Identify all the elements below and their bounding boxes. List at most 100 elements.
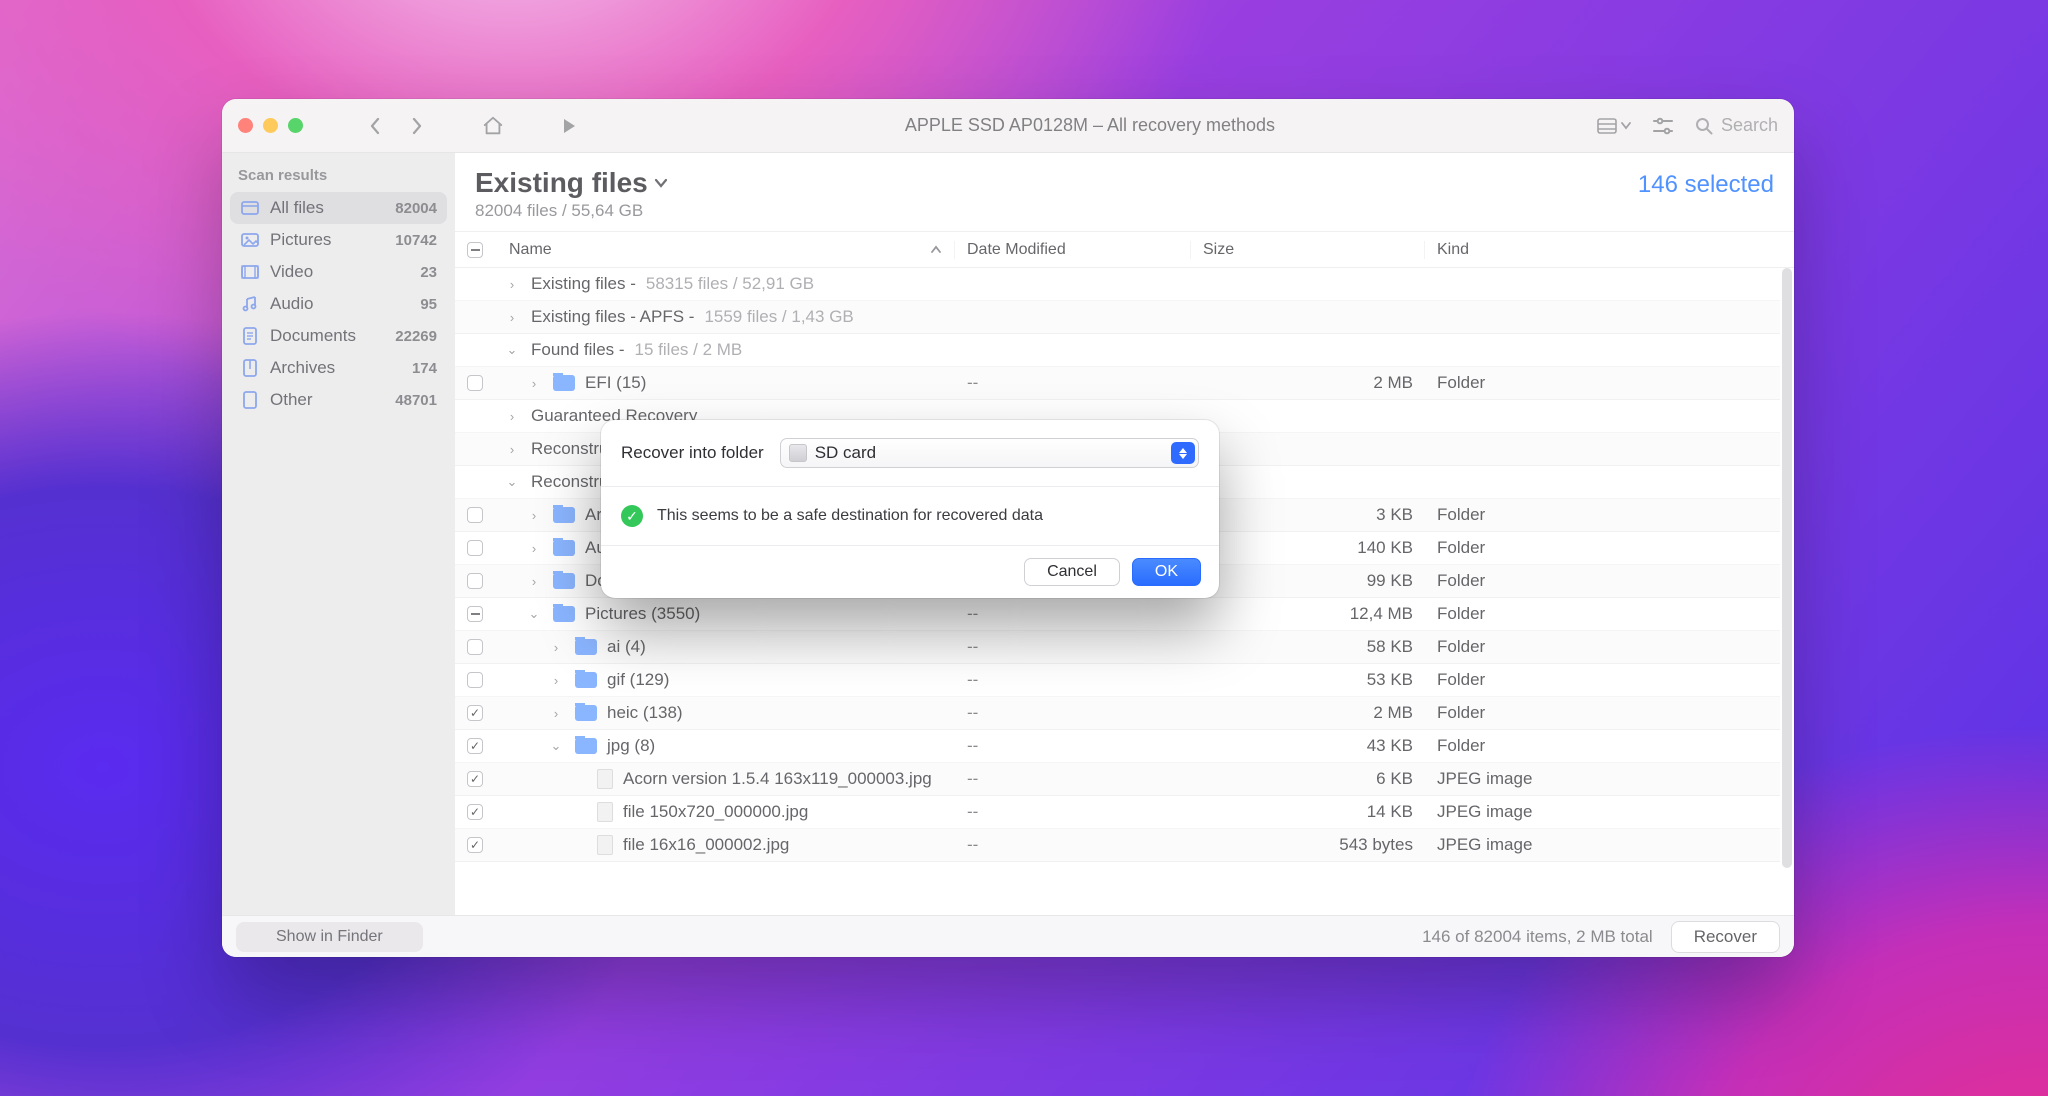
disclosure-right-icon[interactable]: › (503, 409, 521, 424)
row-checkbox[interactable] (467, 672, 483, 688)
column-size[interactable]: Size (1191, 241, 1425, 259)
disclosure-right-icon[interactable]: › (503, 310, 521, 325)
documents-icon (240, 326, 260, 346)
disclosure-right-icon[interactable]: › (547, 673, 565, 688)
disclosure-right-icon[interactable]: › (525, 376, 543, 391)
row-checkbox[interactable] (467, 738, 483, 754)
disclosure-right-icon[interactable]: › (503, 442, 521, 457)
row-size: 3 KB (1376, 505, 1413, 525)
allfiles-icon (240, 198, 260, 218)
row-checkbox[interactable] (467, 804, 483, 820)
table-row[interactable]: ›ai (4)--58 KBFolder (455, 631, 1780, 664)
row-kind: Folder (1437, 736, 1485, 756)
destination-value: SD card (815, 443, 876, 463)
file-icon (597, 802, 613, 822)
row-kind: Folder (1437, 571, 1485, 591)
row-checkbox[interactable] (467, 540, 483, 556)
sidebar-item-audio[interactable]: Audio 95 (230, 288, 447, 320)
row-checkbox[interactable] (467, 771, 483, 787)
row-date: -- (967, 769, 978, 789)
table-row[interactable]: ⌄Found files - 15 files / 2 MB (455, 334, 1780, 367)
disclosure-down-icon[interactable]: ⌄ (503, 474, 521, 490)
folder-icon (575, 639, 597, 655)
row-checkbox[interactable] (467, 837, 483, 853)
play-button[interactable] (555, 112, 583, 140)
close-window-button[interactable] (238, 118, 253, 133)
disclosure-down-icon[interactable]: ⌄ (503, 342, 521, 358)
section-title-dropdown[interactable]: Existing files (475, 167, 668, 199)
disclosure-right-icon[interactable]: › (525, 574, 543, 589)
table-row[interactable]: ›heic (138)--2 MBFolder (455, 697, 1780, 730)
row-name: file 150x720_000000.jpg (623, 802, 808, 822)
table-row[interactable]: ⌄jpg (8)--43 KBFolder (455, 730, 1780, 763)
sidebar-item-count: 48701 (395, 392, 437, 409)
column-name[interactable]: Name (455, 241, 955, 259)
destination-select[interactable]: SD card (780, 438, 1199, 468)
folder-icon (575, 672, 597, 688)
row-size: 2 MB (1373, 373, 1413, 393)
disclosure-right-icon[interactable]: › (547, 640, 565, 655)
home-button[interactable] (479, 112, 507, 140)
fullscreen-window-button[interactable] (288, 118, 303, 133)
folder-icon (575, 705, 597, 721)
show-in-finder-button[interactable]: Show in Finder (236, 922, 423, 952)
nav-forward-button[interactable] (403, 112, 431, 140)
drive-icon (789, 444, 807, 462)
column-date[interactable]: Date Modified (955, 241, 1191, 259)
row-checkbox[interactable] (467, 573, 483, 589)
nav-back-button[interactable] (361, 112, 389, 140)
row-size: 99 KB (1367, 571, 1413, 591)
sidebar-item-allfiles[interactable]: All files 82004 (230, 192, 447, 224)
sidebar-item-label: Archives (270, 358, 335, 378)
table-row[interactable]: ›Existing files - APFS - 1559 files / 1,… (455, 301, 1780, 334)
table-row[interactable]: file 16x16_000002.jpg--543 bytesJPEG ima… (455, 829, 1780, 862)
table-row[interactable]: ⌄Pictures (3550)--12,4 MBFolder (455, 598, 1780, 631)
minimize-window-button[interactable] (263, 118, 278, 133)
row-checkbox[interactable] (467, 606, 483, 622)
row-date: -- (967, 802, 978, 822)
disclosure-right-icon[interactable]: › (547, 706, 565, 721)
row-checkbox[interactable] (467, 507, 483, 523)
toolbar: APPLE SSD AP0128M – All recovery methods… (222, 99, 1794, 153)
cancel-button[interactable]: Cancel (1024, 558, 1120, 586)
table-row[interactable]: Acorn version 1.5.4 163x119_000003.jpg--… (455, 763, 1780, 796)
row-checkbox[interactable] (467, 705, 483, 721)
dialog-message: This seems to be a safe destination for … (657, 507, 1043, 525)
sidebar-item-other[interactable]: Other 48701 (230, 384, 447, 416)
disclosure-down-icon[interactable]: ⌄ (547, 738, 565, 754)
sidebar-item-documents[interactable]: Documents 22269 (230, 320, 447, 352)
sidebar-item-archives[interactable]: Archives 174 (230, 352, 447, 384)
footer-summary: 146 of 82004 items, 2 MB total (1422, 927, 1653, 947)
sidebar-item-count: 10742 (395, 232, 437, 249)
sidebar-item-label: All files (270, 198, 324, 218)
row-kind: Folder (1437, 637, 1485, 657)
ok-button[interactable]: OK (1132, 558, 1201, 586)
settings-button[interactable] (1649, 112, 1677, 140)
vertical-scrollbar[interactable] (1782, 268, 1792, 868)
disclosure-down-icon[interactable]: ⌄ (525, 606, 543, 622)
row-checkbox[interactable] (467, 375, 483, 391)
row-checkbox[interactable] (467, 639, 483, 655)
table-row[interactable]: ›gif (129)--53 KBFolder (455, 664, 1780, 697)
disclosure-right-icon[interactable]: › (525, 508, 543, 523)
file-icon (597, 769, 613, 789)
sidebar-item-pictures[interactable]: Pictures 10742 (230, 224, 447, 256)
row-name: Existing files - (531, 274, 636, 294)
column-kind[interactable]: Kind (1425, 241, 1780, 259)
sidebar-item-label: Other (270, 390, 313, 410)
sidebar-item-count: 22269 (395, 328, 437, 345)
row-name: Existing files - APFS - (531, 307, 694, 327)
table-row[interactable]: file 150x720_000000.jpg--14 KBJPEG image (455, 796, 1780, 829)
table-row[interactable]: ›Existing files - 58315 files / 52,91 GB (455, 268, 1780, 301)
table-row[interactable]: ›EFI (15)--2 MBFolder (455, 367, 1780, 400)
select-all-checkbox[interactable] (467, 242, 483, 258)
sidebar-item-video[interactable]: Video 23 (230, 256, 447, 288)
search-icon (1695, 117, 1713, 135)
row-date: -- (967, 835, 978, 855)
row-kind: Folder (1437, 604, 1485, 624)
search-field[interactable]: Search (1695, 115, 1778, 136)
view-options-button[interactable] (1597, 112, 1631, 140)
disclosure-right-icon[interactable]: › (525, 541, 543, 556)
disclosure-right-icon[interactable]: › (503, 277, 521, 292)
recover-button[interactable]: Recover (1671, 921, 1780, 953)
